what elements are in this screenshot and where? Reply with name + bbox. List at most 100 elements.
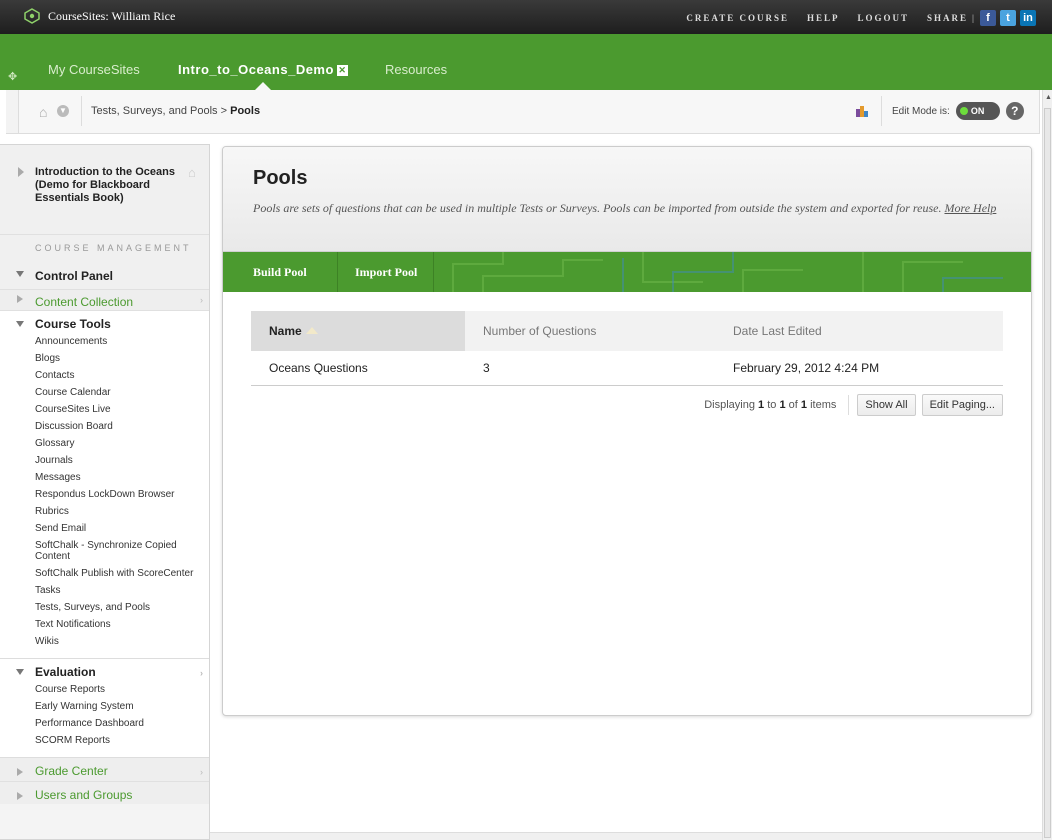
range-total: 1 — [800, 399, 808, 411]
share-group: SHARE | f t in — [927, 10, 1036, 26]
course-menu-sidebar: Introduction to the Oceans (Demo for Bla… — [0, 144, 210, 840]
sidebar-item-softchalk-synchronize[interactable]: SoftChalk - Synchronize Copied Content — [35, 537, 209, 565]
show-all-button[interactable]: Show All — [857, 394, 916, 416]
expand-arrow-icon[interactable] — [18, 167, 24, 177]
sidebar-item-coursesites-live[interactable]: CourseSites Live — [35, 401, 209, 418]
home-icon[interactable]: ⌂ — [39, 104, 47, 120]
tab-resources[interactable]: Resources — [385, 62, 447, 77]
site-brand[interactable]: CourseSites: William Rice — [24, 8, 175, 24]
help-link[interactable]: HELP — [807, 13, 840, 23]
more-help-link[interactable]: More Help — [944, 201, 996, 215]
tab-label: Intro_to_Oceans_Demo — [178, 62, 334, 77]
breadcrumb-parent-link[interactable]: Tests, Surveys, and Pools — [91, 105, 218, 117]
facebook-icon[interactable]: f — [980, 10, 996, 26]
sidebar-item-softchalk-publish[interactable]: SoftChalk Publish with ScoreCenter — [35, 565, 209, 582]
sidebar-item-content-collection[interactable]: Content Collection › — [0, 289, 209, 311]
import-pool-button[interactable]: Import Pool — [355, 265, 417, 280]
page-title: Pools — [253, 167, 308, 189]
course-tab-bar: ✥ My CourseSites Intro_to_Oceans_Demo ✕ R… — [0, 34, 1052, 90]
pin-icon[interactable]: ✥ — [8, 70, 22, 84]
course-tools-heading[interactable]: Course Tools — [0, 311, 209, 333]
displaying-label: Displaying — [704, 399, 755, 411]
grade-center-label: Grade Center — [35, 764, 108, 778]
linkedin-icon[interactable]: in — [1020, 10, 1036, 26]
control-panel-label: Control Panel — [35, 269, 114, 283]
evaluation-list: Course Reports Early Warning System Perf… — [0, 681, 209, 749]
sidebar-item-scorm-reports[interactable]: SCORM Reports — [35, 732, 209, 749]
sidebar-item-respondus-lockdown-browser[interactable]: Respondus LockDown Browser — [35, 486, 209, 503]
expand-arrow-icon — [17, 295, 23, 303]
table-row: Oceans Questions 3 February 29, 2012 4:2… — [251, 351, 1003, 386]
sidebar-item-blogs[interactable]: Blogs — [35, 350, 209, 367]
table-header-row: Name Number of Questions Date Last Edite… — [251, 311, 1003, 351]
sidebar-item-contacts[interactable]: Contacts — [35, 367, 209, 384]
breadcrumb-separator: > — [220, 105, 228, 117]
sidebar-item-discussion-board[interactable]: Discussion Board — [35, 418, 209, 435]
sidebar-item-announcements[interactable]: Announcements — [35, 333, 209, 350]
expand-arrow-icon — [17, 768, 23, 776]
sidebar-item-text-notifications[interactable]: Text Notifications — [35, 616, 209, 633]
chevron-down-icon[interactable]: ▼ — [57, 105, 69, 117]
course-home-icon[interactable]: ⌂ — [188, 165, 196, 180]
tab-intro-to-oceans-demo[interactable]: Intro_to_Oceans_Demo ✕ — [178, 62, 348, 77]
sidebar-item-early-warning-system[interactable]: Early Warning System — [35, 698, 209, 715]
sidebar-item-tasks[interactable]: Tasks — [35, 582, 209, 599]
course-header[interactable]: Introduction to the Oceans (Demo for Bla… — [0, 145, 209, 235]
chevron-right-icon: › — [200, 668, 203, 678]
edit-mode-label: Edit Mode is: — [892, 105, 950, 117]
displaying-count: Displaying 1 to 1 of 1 items — [704, 399, 836, 411]
close-tab-icon[interactable]: ✕ — [336, 65, 348, 76]
twitter-icon[interactable]: t — [1000, 10, 1016, 26]
sidebar-item-messages[interactable]: Messages — [35, 469, 209, 486]
color-palette-icon[interactable] — [855, 104, 869, 118]
page-header: Pools Pools are sets of questions that c… — [223, 147, 1031, 252]
course-title[interactable]: Introduction to the Oceans (Demo for Bla… — [35, 166, 185, 205]
sidebar-item-send-email[interactable]: Send Email — [35, 520, 209, 537]
action-separator — [433, 252, 434, 292]
tab-my-coursesites[interactable]: My CourseSites — [48, 62, 140, 77]
users-and-groups-label: Users and Groups — [35, 788, 133, 802]
date-last-edited-column-header[interactable]: Date Last Edited — [715, 311, 1003, 351]
sidebar-item-rubrics[interactable]: Rubrics — [35, 503, 209, 520]
sidebar-item-course-reports[interactable]: Course Reports — [35, 681, 209, 698]
collapse-arrow-icon — [16, 669, 24, 675]
sidebar-item-journals[interactable]: Journals — [35, 452, 209, 469]
content-panel: Pools Pools are sets of questions that c… — [222, 146, 1032, 716]
logout-link[interactable]: LOGOUT — [857, 13, 909, 23]
sidebar-item-users-and-groups[interactable]: Users and Groups — [0, 782, 209, 804]
active-tab-indicator — [255, 82, 271, 90]
sidebar-item-wikis[interactable]: Wikis — [35, 633, 209, 650]
edit-mode-state: ON — [970, 106, 985, 116]
page-description: Pools are sets of questions that can be … — [253, 200, 1023, 217]
edit-paging-button[interactable]: Edit Paging... — [921, 394, 1003, 416]
top-links: CREATE COURSE HELP LOGOUT SHARE | f t in — [686, 10, 1036, 26]
sidebar-item-performance-dashboard[interactable]: Performance Dashboard — [35, 715, 209, 732]
help-icon[interactable]: ? — [1005, 102, 1024, 120]
evaluation-section: Evaluation › Course Reports Early Warnin… — [0, 659, 209, 758]
sidebar-item-course-calendar[interactable]: Course Calendar — [35, 384, 209, 401]
action-separator — [337, 252, 338, 292]
sidebar-item-glossary[interactable]: Glossary — [35, 435, 209, 452]
sidebar-item-grade-center[interactable]: Grade Center › — [0, 758, 209, 782]
scrollbar-thumb[interactable] — [1044, 108, 1051, 838]
page-scrollbar[interactable]: ▲ — [1042, 90, 1052, 840]
number-of-questions-column-header[interactable]: Number of Questions — [465, 311, 715, 351]
breadcrumb-bar: ⌂ ▼ Tests, Surveys, and Pools > Pools Ed… — [6, 90, 1040, 134]
create-course-link[interactable]: CREATE COURSE — [686, 13, 789, 23]
evaluation-label: Evaluation — [35, 665, 96, 679]
edit-mode-toggle[interactable]: ON — [955, 102, 1000, 120]
top-bar: CourseSites: William Rice CREATE COURSE … — [0, 0, 1052, 34]
collapse-arrow-icon — [16, 271, 24, 277]
pool-name-cell[interactable]: Oceans Questions — [251, 351, 465, 386]
circuit-decoration — [452, 252, 1003, 292]
range-end: 1 — [779, 399, 786, 411]
scroll-up-arrow-icon[interactable]: ▲ — [1045, 94, 1052, 101]
toggle-on-indicator — [959, 107, 968, 115]
sidebar-item-tests-surveys-pools[interactable]: Tests, Surveys, and Pools — [35, 599, 209, 616]
bottom-scrollbar[interactable] — [210, 832, 1042, 840]
build-pool-button[interactable]: Build Pool — [253, 265, 307, 280]
name-column-header[interactable]: Name — [251, 311, 465, 351]
pager-divider — [848, 395, 850, 415]
evaluation-heading[interactable]: Evaluation › — [0, 659, 209, 681]
control-panel-heading[interactable]: Control Panel — [0, 265, 209, 289]
